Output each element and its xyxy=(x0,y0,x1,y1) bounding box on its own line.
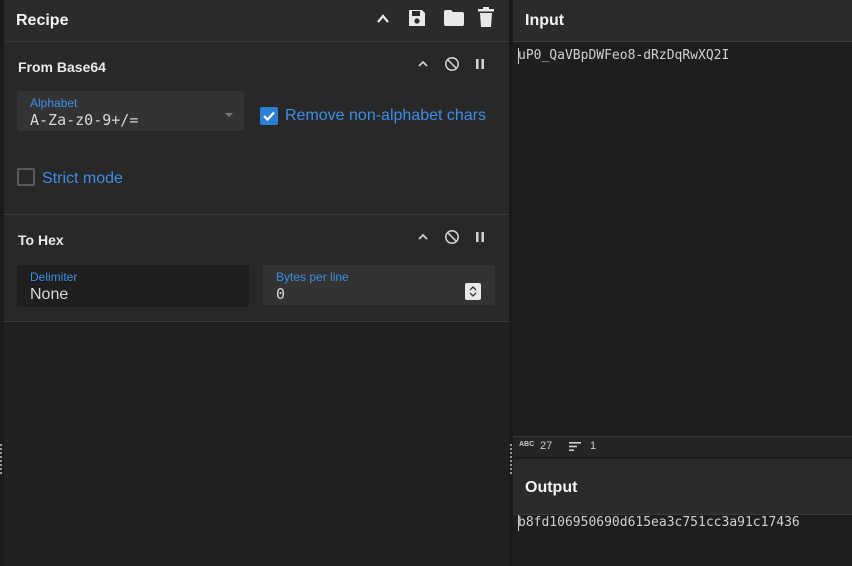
operation-from-base64: From Base64 Alphabet A-Za-z0-9+/= Remove… xyxy=(4,42,509,215)
input-title: Input xyxy=(525,12,565,29)
output-textarea[interactable]: b8fd106950690d615ea3c751cc3a91c17436 xyxy=(513,515,852,566)
alphabet-value: A-Za-z0-9+/= xyxy=(30,111,139,129)
char-count: 27 xyxy=(540,440,553,452)
strict-mode-label[interactable]: Strict mode xyxy=(42,170,123,188)
folder-icon[interactable] xyxy=(443,8,465,33)
input-text: uP0_QaVBpDWFeo8-dRzDqRwXQ2I xyxy=(518,48,730,63)
output-title: Output xyxy=(525,479,578,496)
input-header: Input xyxy=(513,0,852,42)
checkbox-checked-icon[interactable] xyxy=(260,107,278,125)
delimiter-value: None xyxy=(30,286,69,303)
chevron-up-icon[interactable] xyxy=(416,230,430,249)
line-count-icon xyxy=(569,441,581,455)
bytes-per-line-value[interactable]: 0 xyxy=(276,285,285,303)
input-status-bar: ABC 27 1 xyxy=(513,436,852,457)
bytes-per-line-field[interactable]: Bytes per line 0 xyxy=(263,265,495,305)
output-pane: Output b8fd106950690d615ea3c751cc3a91c17… xyxy=(513,459,852,566)
checkbox-unchecked-icon[interactable] xyxy=(17,168,35,186)
disable-icon[interactable] xyxy=(444,229,460,250)
strict-mode-checkbox-row[interactable]: Strict mode xyxy=(17,168,157,190)
trash-icon[interactable] xyxy=(477,7,495,33)
line-count: 1 xyxy=(590,440,597,452)
bytes-per-line-label: Bytes per line xyxy=(276,270,349,284)
disable-icon[interactable] xyxy=(444,56,460,77)
number-stepper[interactable] xyxy=(465,283,481,300)
recipe-title: Recipe xyxy=(16,12,69,29)
input-textarea[interactable]: uP0_QaVBpDWFeo8-dRzDqRwXQ2I xyxy=(513,42,852,435)
alphabet-select[interactable]: Alphabet A-Za-z0-9+/= xyxy=(17,91,244,131)
chevron-up-icon[interactable] xyxy=(416,57,430,76)
recipe-pane: Recipe From Base64 Alphabet A-Za-z0-9+/=… xyxy=(4,0,509,566)
operation-title: To Hex xyxy=(18,232,64,248)
alphabet-label: Alphabet xyxy=(30,96,78,110)
save-icon[interactable] xyxy=(407,8,427,33)
operation-to-hex: To Hex Delimiter None Bytes per line 0 xyxy=(4,215,509,322)
delimiter-field[interactable]: Delimiter None xyxy=(17,265,249,307)
input-pane: Input uP0_QaVBpDWFeo8-dRzDqRwXQ2I ABC 27… xyxy=(513,0,852,457)
output-text: b8fd106950690d615ea3c751cc3a91c17436 xyxy=(518,515,800,530)
caret-down-icon xyxy=(224,106,234,124)
pause-icon[interactable] xyxy=(474,57,486,76)
char-count-icon: ABC xyxy=(519,441,535,448)
resize-grip-middle[interactable] xyxy=(510,444,512,474)
recipe-header: Recipe xyxy=(4,0,509,42)
pause-icon[interactable] xyxy=(474,230,486,249)
delimiter-label: Delimiter xyxy=(30,270,78,284)
resize-grip-left[interactable] xyxy=(0,444,2,474)
operation-title: From Base64 xyxy=(18,59,106,75)
remove-non-alphabet-checkbox-row[interactable]: Remove non-alphabet chars xyxy=(260,106,500,128)
output-header: Output xyxy=(513,459,852,515)
chevron-up-icon[interactable] xyxy=(376,12,390,31)
remove-non-alphabet-label[interactable]: Remove non-alphabet chars xyxy=(285,107,486,125)
